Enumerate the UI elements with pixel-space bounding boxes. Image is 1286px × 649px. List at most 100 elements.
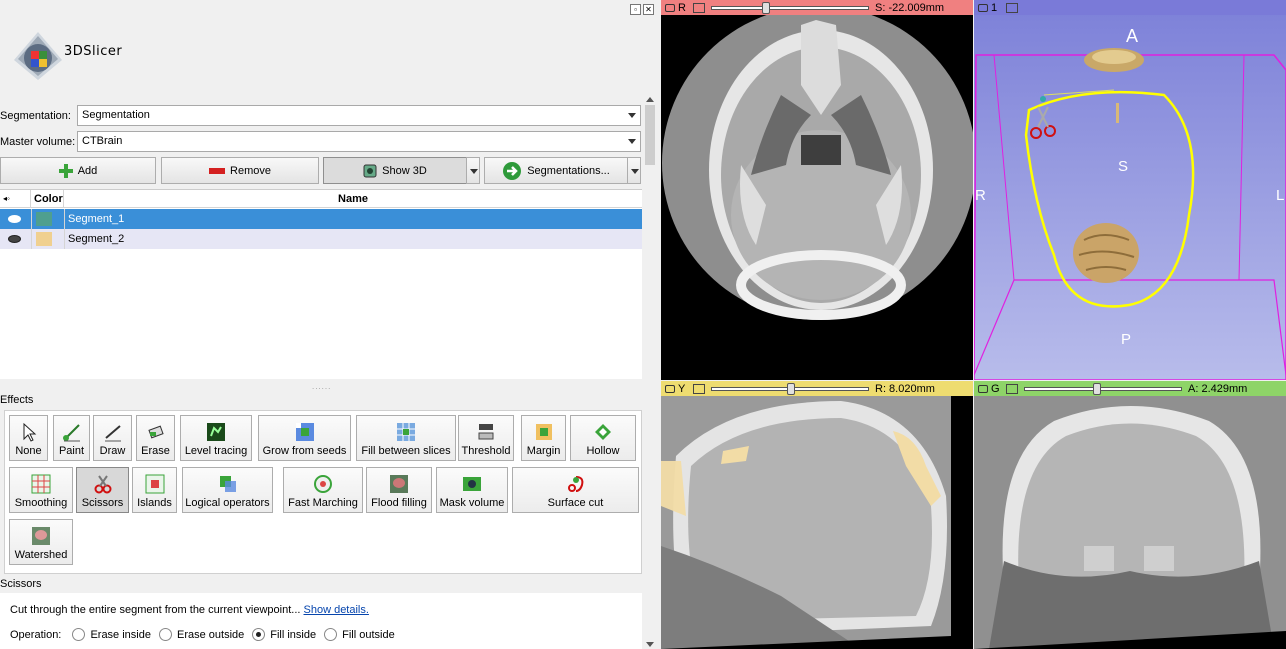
flood-fill-icon	[390, 475, 408, 493]
effect-label: Islands	[137, 497, 172, 509]
scroll-down-icon[interactable]	[646, 642, 654, 647]
slice-position-readout: S: -22.009mm	[875, 1, 945, 14]
slice-position-readout: R: 8.020mm	[875, 382, 935, 395]
effect-logical-operators-button[interactable]: Logical operators	[182, 467, 273, 513]
effect-label: Fast Marching	[288, 497, 358, 509]
view-options-icon[interactable]	[693, 2, 705, 13]
pin-icon[interactable]	[665, 384, 675, 393]
panel-scrollbar[interactable]	[644, 95, 656, 649]
radio-button[interactable]	[252, 628, 266, 641]
red-slice-view[interactable]: R S: -22.009mm	[661, 0, 973, 380]
slider-handle[interactable]	[761, 1, 770, 14]
segmentations-dropdown[interactable]	[627, 157, 641, 184]
operation-option-label: Fill inside	[270, 629, 317, 641]
effect-hollow-button[interactable]: Hollow	[570, 415, 636, 461]
effect-islands-button[interactable]: Islands	[132, 467, 177, 513]
add-segment-button[interactable]: Add	[0, 157, 156, 184]
restore-icon[interactable]: ▫	[630, 4, 641, 15]
operation-option[interactable]: Fill inside	[244, 628, 317, 641]
view-letter: R	[678, 1, 686, 14]
remove-segment-button[interactable]: Remove	[161, 157, 319, 184]
islands-icon	[145, 474, 164, 494]
view-options-icon[interactable]	[693, 383, 705, 394]
3d-view-controller: 1	[974, 0, 1286, 15]
effect-surface-cut-button[interactable]: Surface cut	[512, 467, 639, 513]
splitter-handle[interactable]: ......	[312, 382, 331, 391]
radio-button[interactable]	[72, 628, 86, 641]
effect-watershed-button[interactable]: Watershed	[9, 519, 73, 565]
cursor-icon	[23, 422, 36, 442]
effect-label: Flood filling	[371, 497, 427, 509]
eye-visibility-icon[interactable]	[8, 215, 21, 223]
yellow-slice-view[interactable]: Y R: 8.020mm	[661, 381, 973, 649]
plus-icon	[58, 163, 73, 178]
operation-option[interactable]: Erase outside	[151, 628, 244, 641]
orientation-label-bottom: P	[1121, 331, 1132, 348]
pin-icon[interactable]	[978, 384, 988, 393]
effect-label: Level tracing	[184, 445, 248, 457]
pin-icon[interactable]	[978, 3, 988, 12]
show-3d-button[interactable]: Show 3D	[323, 157, 467, 184]
chevron-down-icon	[628, 139, 636, 144]
slice-offset-slider[interactable]	[711, 1, 869, 14]
scissors-icon	[94, 475, 111, 494]
segmentation-combobox[interactable]: Segmentation	[77, 105, 641, 126]
effect-label: Surface cut	[547, 497, 604, 509]
effect-mask-volume-button[interactable]: Mask volume	[436, 467, 508, 513]
effect-flood-filling-button[interactable]: Flood filling	[366, 467, 432, 513]
segment-row[interactable]: Segment_2	[0, 229, 642, 249]
effect-erase-button[interactable]: Erase	[136, 415, 175, 461]
remove-label: Remove	[230, 164, 271, 177]
operation-option[interactable]: Fill outside	[316, 628, 395, 641]
effect-smoothing-button[interactable]: Smoothing	[9, 467, 73, 513]
radio-button[interactable]	[158, 628, 172, 641]
app-name: 3DSlicer	[64, 44, 123, 59]
slice-offset-slider[interactable]	[711, 382, 869, 395]
3d-render	[974, 48, 1286, 380]
close-icon[interactable]: ✕	[643, 4, 654, 15]
operation-option-label: Fill outside	[342, 629, 395, 641]
visibility-header-icon[interactable]: ◂◦	[0, 190, 31, 208]
effect-fast-marching-button[interactable]: Fast Marching	[283, 467, 363, 513]
view-letter: 1	[991, 1, 998, 14]
effect-label: Draw	[99, 445, 126, 457]
color-column-header[interactable]: Color	[31, 190, 64, 208]
segment-row[interactable]: Segment_1	[0, 209, 642, 229]
green-slice-view[interactable]: G A: 2.429mm	[974, 381, 1286, 649]
effect-draw-button[interactable]: Draw	[93, 415, 132, 461]
master-volume-combobox[interactable]: CTBrain	[77, 131, 641, 152]
scroll-up-icon[interactable]	[646, 97, 654, 102]
operation-option[interactable]: Erase inside	[64, 628, 151, 641]
effect-margin-button[interactable]: Margin	[521, 415, 566, 461]
radio-button[interactable]	[324, 628, 338, 641]
effect-grow-from-seeds-button[interactable]: Grow from seeds	[258, 415, 351, 461]
effect-label: Watershed	[14, 549, 68, 561]
pin-icon[interactable]	[665, 3, 675, 12]
effect-paint-button[interactable]: Paint	[53, 415, 90, 461]
segment-color-swatch[interactable]	[36, 212, 52, 226]
segment-color-swatch[interactable]	[36, 232, 52, 246]
segmentations-button[interactable]: Segmentations...	[484, 157, 628, 184]
slider-handle[interactable]	[1092, 382, 1101, 395]
scissors-options: Cut through the entire segment from the …	[0, 593, 642, 649]
scissors-description-row: Cut through the entire segment from the …	[10, 604, 369, 616]
draw-icon	[104, 425, 121, 442]
effect-fill-between-slices-button[interactable]: Fill between slices	[356, 415, 456, 461]
show-details-link[interactable]: Show details.	[304, 604, 369, 616]
view-options-icon[interactable]	[1006, 383, 1018, 394]
view-options-icon[interactable]	[1006, 2, 1018, 13]
segment-name[interactable]: Segment_2	[68, 229, 124, 249]
effect-scissors-button[interactable]: Scissors	[76, 467, 129, 513]
effect-threshold-button[interactable]: Threshold	[458, 415, 514, 461]
effect-level-tracing-button[interactable]: Level tracing	[180, 415, 252, 461]
scissors-description: Cut through the entire segment from the …	[10, 604, 301, 616]
eye-visibility-icon[interactable]	[8, 235, 21, 243]
segment-name[interactable]: Segment_1	[68, 209, 124, 229]
show-3d-dropdown[interactable]	[466, 157, 480, 184]
scrollbar-thumb[interactable]	[645, 105, 655, 165]
effect-none-button[interactable]: None	[9, 415, 48, 461]
3d-view[interactable]: 1 A S R L P	[974, 0, 1286, 380]
slice-offset-slider[interactable]	[1024, 382, 1182, 395]
slider-handle[interactable]	[787, 382, 795, 395]
name-column-header[interactable]: Name	[64, 190, 642, 208]
